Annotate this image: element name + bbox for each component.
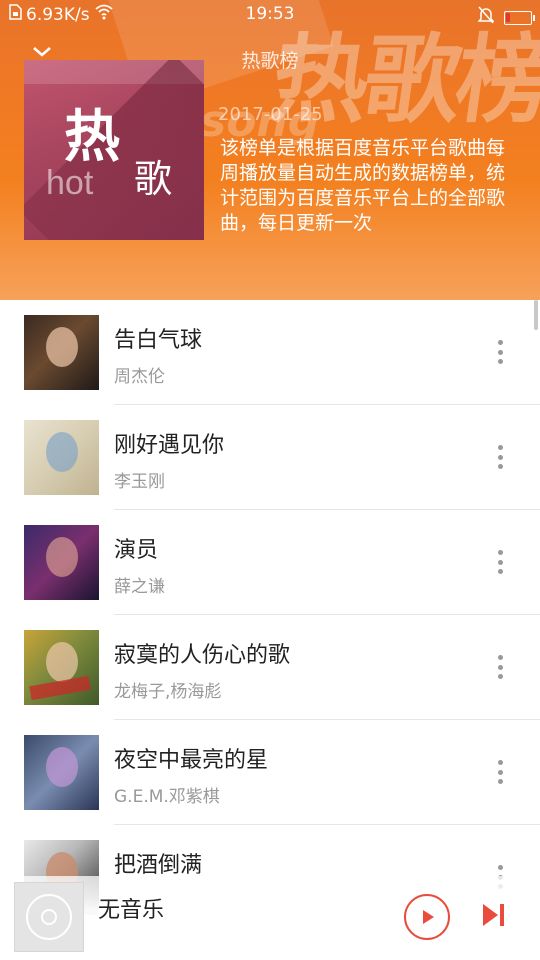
dot-icon (497, 569, 503, 574)
dot-icon (497, 779, 503, 784)
dot-icon (497, 655, 503, 660)
now-playing-cover (14, 882, 84, 952)
song-row[interactable]: 告白气球 周杰伦 (0, 300, 540, 405)
album-art-figure (46, 747, 78, 787)
song-title: 告白气球 (114, 328, 203, 353)
update-date: 2017-01-25 (218, 104, 323, 125)
more-options-button[interactable] (488, 546, 512, 578)
status-bar: 6.93K/s 19:53 (0, 0, 540, 30)
mini-player[interactable]: 无音乐 (0, 876, 540, 960)
song-artist: 周杰伦 (114, 367, 165, 387)
next-track-icon (483, 904, 504, 926)
dot-icon (497, 445, 503, 450)
song-list[interactable]: 告白气球 周杰伦 刚好遇见你 李玉刚 演员 薛之谦 寂寞的人伤心的歌 龙梅子,杨… (0, 300, 540, 960)
dot-icon (497, 454, 503, 460)
song-row[interactable]: 刚好遇见你 李玉刚 (0, 405, 540, 510)
dot-icon (497, 674, 503, 679)
song-row[interactable]: 寂寞的人伤心的歌 龙梅子,杨海彪 (0, 615, 540, 720)
song-title: 夜空中最亮的星 (114, 748, 269, 773)
dot-icon (497, 349, 503, 355)
song-title: 把酒倒满 (114, 853, 203, 878)
more-options-button[interactable] (488, 441, 512, 473)
cover-small-char: 歌 (134, 157, 173, 201)
cover-latin: hot (46, 164, 94, 202)
playlist-header: 热歌榜 song 6.93K/s 19:53 热歌榜 热 hot 歌 2017-… (0, 0, 540, 300)
dot-icon (497, 664, 503, 670)
status-time: 19:53 (245, 4, 295, 24)
song-title: 刚好遇见你 (114, 433, 225, 458)
album-art (24, 525, 99, 600)
play-button[interactable] (404, 894, 450, 940)
playlist-description: 该榜单是根据百度音乐平台歌曲每周播放量自动生成的数据榜单，统计范围为百度音乐平台… (220, 137, 506, 234)
song-artist: G.E.M.邓紫棋 (114, 787, 220, 807)
song-artist: 李玉刚 (114, 472, 165, 492)
mute-bell-icon (477, 6, 495, 29)
more-options-button[interactable] (488, 336, 512, 368)
dot-icon (497, 865, 503, 870)
dot-icon (497, 359, 503, 364)
song-row[interactable]: 夜空中最亮的星 G.E.M.邓紫棋 (0, 720, 540, 825)
dot-icon (497, 559, 503, 565)
album-art (24, 420, 99, 495)
now-playing-title: 无音乐 (98, 898, 165, 923)
play-icon (423, 910, 434, 924)
album-art-figure (46, 432, 78, 472)
battery-icon (504, 10, 535, 25)
song-row[interactable]: 演员 薛之谦 (0, 510, 540, 615)
disc-icon (26, 894, 72, 940)
cover-big-char: 热 (64, 105, 120, 170)
playlist-cover: 热 hot 歌 (24, 60, 204, 240)
more-options-button[interactable] (488, 651, 512, 683)
more-options-button[interactable] (488, 756, 512, 788)
dot-icon (497, 550, 503, 555)
dot-icon (497, 464, 503, 469)
dot-icon (497, 760, 503, 765)
song-title: 演员 (114, 538, 159, 563)
album-art-figure (46, 327, 78, 367)
next-track-button[interactable] (478, 900, 508, 930)
album-art-figure (46, 642, 78, 682)
battery-level (506, 12, 510, 22)
album-art (24, 735, 99, 810)
song-artist: 龙梅子,杨海彪 (114, 682, 222, 702)
album-art-figure (46, 537, 78, 577)
album-art (24, 315, 99, 390)
dot-icon (497, 340, 503, 345)
scrollbar[interactable] (534, 300, 538, 330)
status-right (477, 6, 535, 29)
album-art (24, 630, 99, 705)
dot-icon (497, 769, 503, 775)
song-artist: 薛之谦 (114, 577, 165, 597)
song-title: 寂寞的人伤心的歌 (114, 643, 291, 668)
